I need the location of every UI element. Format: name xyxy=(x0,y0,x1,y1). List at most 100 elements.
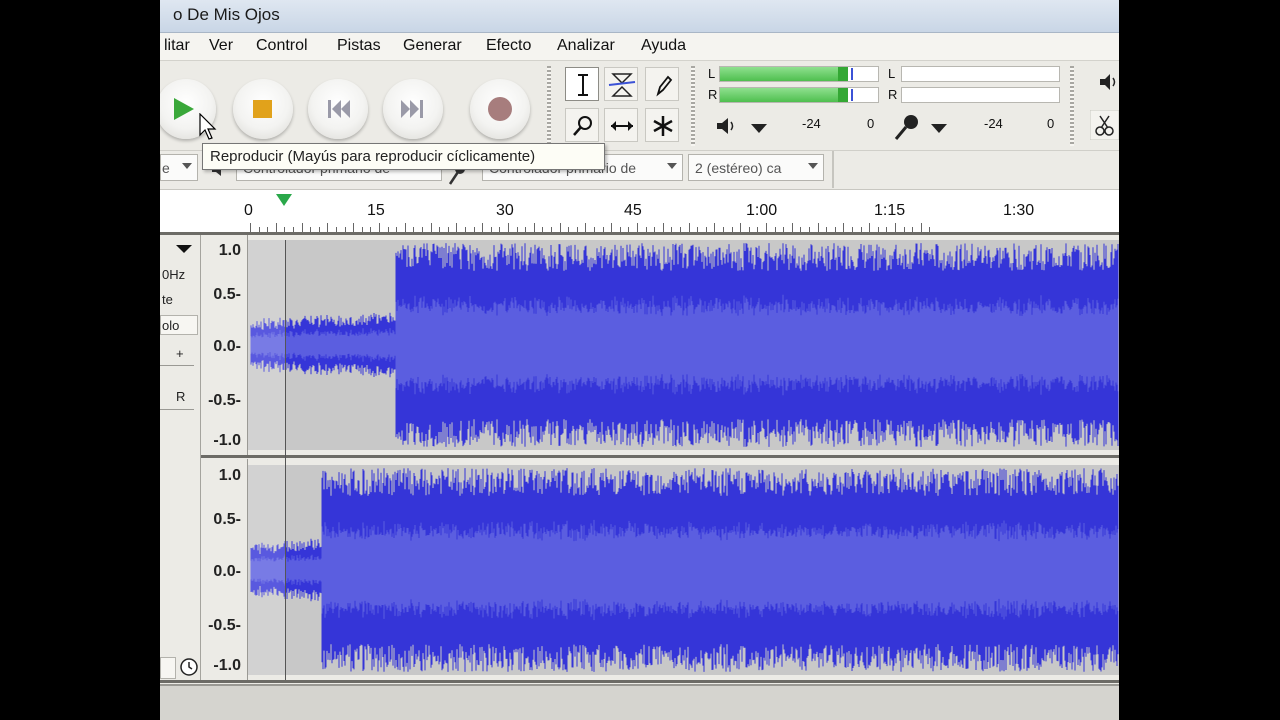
magnifier-icon xyxy=(573,116,592,136)
envelope-tool[interactable] xyxy=(604,67,638,101)
pencil-icon xyxy=(656,75,673,97)
title-bar: o De Mis Ojos xyxy=(160,0,1119,33)
ruler-label: -1.0 xyxy=(213,432,241,449)
playback-meter-right[interactable] xyxy=(719,87,879,103)
stop-button[interactable] xyxy=(233,79,293,139)
record-scale-min: -24 xyxy=(984,116,1003,131)
channel-separator xyxy=(160,455,1119,458)
speaker-icon xyxy=(717,118,734,134)
vertical-ruler-bottom[interactable]: 1.0 0.5- 0.0- -0.5- -1.0 xyxy=(201,459,248,680)
pan-slider-label: R xyxy=(176,389,186,404)
playback-scale-min: -24 xyxy=(802,116,821,131)
waveform-right-svg xyxy=(248,465,1119,675)
microphone-icon xyxy=(894,115,918,140)
scissors-icon[interactable] xyxy=(1090,110,1119,140)
ruler-label: -0.5- xyxy=(208,617,241,634)
waveform-channel-left[interactable] xyxy=(248,240,1119,450)
record-volume-dropdown[interactable] xyxy=(931,124,947,133)
track-collapse-button[interactable] xyxy=(160,657,176,679)
menu-efecto[interactable]: Efecto xyxy=(486,37,531,55)
timeline-label: 30 xyxy=(496,202,514,219)
record-meter-left-label: L xyxy=(888,66,896,81)
timeline-label: 45 xyxy=(624,202,642,219)
menu-analizar[interactable]: Analizar xyxy=(557,37,615,55)
timeline-label: 15 xyxy=(367,202,385,219)
record-meter-right[interactable] xyxy=(901,87,1060,103)
track-control-panel[interactable]: 0Hz te olo + R xyxy=(160,235,201,680)
record-meter-right-label: R xyxy=(888,87,898,102)
asterisk-icon xyxy=(653,116,673,136)
horizontal-scrollbar[interactable] xyxy=(160,684,1119,720)
meter-fill xyxy=(720,88,848,102)
ruler-label: -1.0 xyxy=(213,657,241,674)
vertical-ruler-top[interactable]: 1.0 0.5- 0.0- -0.5- -1.0 xyxy=(201,235,248,455)
track-separator xyxy=(160,232,1119,235)
stop-icon xyxy=(253,100,272,118)
double-arrow-icon xyxy=(611,121,633,131)
ruler-label: -0.5- xyxy=(208,392,241,409)
record-meter-left[interactable] xyxy=(901,66,1060,82)
pan-slider[interactable] xyxy=(160,409,194,410)
ruler-label: 0.5- xyxy=(213,511,241,528)
menu-ver[interactable]: Ver xyxy=(209,37,233,55)
timeline-label: 1:30 xyxy=(1003,202,1035,219)
menu-bar: litar Ver Control Pistas Generar Efecto … xyxy=(160,33,1119,61)
playback-meter-left[interactable] xyxy=(719,66,879,82)
ruler-label: 1.0 xyxy=(218,242,241,259)
gain-slider-label: + xyxy=(176,346,184,361)
gain-slider[interactable] xyxy=(160,365,194,366)
zoom-tool[interactable] xyxy=(565,108,599,142)
timeline-label: 1:15 xyxy=(874,202,906,219)
meter-max-marker xyxy=(851,89,853,101)
record-icon xyxy=(488,97,512,121)
ruler-label: 0.0- xyxy=(213,338,241,355)
playback-meter-left-label: L xyxy=(708,66,716,81)
multi-tool[interactable] xyxy=(645,108,679,142)
audio-host-combo[interactable]: e xyxy=(160,154,198,181)
track-sample-format: te xyxy=(162,292,173,307)
waveform-channel-right[interactable] xyxy=(248,465,1119,675)
playback-cursor-line xyxy=(285,240,286,680)
mouse-pointer-icon xyxy=(199,113,217,140)
toolbar-grip[interactable] xyxy=(547,66,551,146)
window-title: o De Mis Ojos xyxy=(173,5,280,24)
ruler-label: 0.0- xyxy=(213,563,241,580)
menu-ayuda[interactable]: Ayuda xyxy=(641,37,686,55)
track-separator xyxy=(160,680,1119,683)
record-button[interactable] xyxy=(470,79,530,139)
waveform-left-svg xyxy=(248,240,1119,450)
meter-peak xyxy=(838,88,848,102)
draw-tool[interactable] xyxy=(645,67,679,101)
track-menu-dropdown[interactable] xyxy=(176,245,192,253)
envelope-icon xyxy=(608,73,636,97)
playback-volume-dropdown[interactable] xyxy=(751,124,767,133)
timeline-label: 0 xyxy=(244,202,253,219)
selection-tool[interactable] xyxy=(565,67,599,101)
timeline-ruler[interactable]: 0 15 30 45 1:00 1:15 1:30 xyxy=(160,189,1119,232)
skip-start-icon xyxy=(328,100,350,118)
clock-icon xyxy=(180,658,198,676)
playback-meter-right-label: R xyxy=(708,87,718,102)
playback-scale-max: 0 xyxy=(867,116,875,131)
solo-button[interactable]: olo xyxy=(160,315,198,335)
ruler-label: 0.5- xyxy=(213,286,241,303)
timeshift-tool[interactable] xyxy=(604,108,638,142)
audacity-window: o De Mis Ojos litar Ver Control Pistas G… xyxy=(160,0,1119,720)
meter-peak xyxy=(838,67,848,81)
menu-pistas[interactable]: Pistas xyxy=(337,37,381,55)
meter-fill xyxy=(720,67,848,81)
toolbar-grip[interactable] xyxy=(691,66,695,146)
timeline-label: 1:00 xyxy=(746,202,778,219)
record-scale-max: 0 xyxy=(1047,116,1055,131)
menu-generar[interactable]: Generar xyxy=(403,37,462,55)
play-tooltip: Reproducir (Mayús para reproducir cíclic… xyxy=(202,143,605,170)
menu-editar[interactable]: litar xyxy=(164,37,190,55)
track-sample-rate: 0Hz xyxy=(162,267,186,282)
ibeam-icon xyxy=(578,74,588,96)
menu-control[interactable]: Control xyxy=(256,37,308,55)
meter-max-marker xyxy=(851,68,853,80)
skip-start-button[interactable] xyxy=(308,79,368,139)
skip-end-button[interactable] xyxy=(383,79,443,139)
toolbar-grip[interactable] xyxy=(1070,66,1074,146)
input-channels-combo[interactable]: 2 (estéreo) ca xyxy=(688,154,824,181)
